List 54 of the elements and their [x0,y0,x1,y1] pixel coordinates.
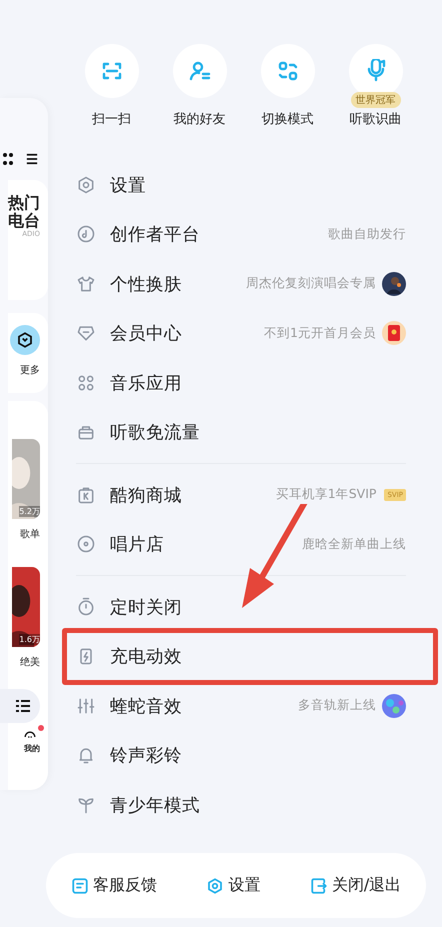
menu-item[interactable]: 会员中心 不到1元开首月会员 [68,308,406,358]
settings-icon [76,174,96,195]
play-count: 1.6万 [19,634,40,645]
menu-icon[interactable] [26,152,38,166]
playlist-title: 歌单 [20,528,40,541]
picture[interactable]: 5.2万 [12,439,40,519]
quick-action[interactable]: 切换模式 [243,44,332,128]
envelope-icon [382,321,406,346]
playlist-title: 绝美 [20,656,40,669]
quick-action[interactable]: 扫一扫 [67,44,156,128]
menu-item[interactable]: 设置 [68,160,406,210]
apps-icon [76,372,96,393]
menu-item[interactable]: 唱片店 鹿晗全新单曲上线 [68,520,406,569]
bag-icon [76,484,96,505]
more-icon[interactable] [10,325,40,355]
play-count: 5.2万 [19,506,40,517]
more-label: 更多 [20,364,40,377]
menu-item[interactable]: 听歌免流量 [68,408,406,457]
menu-item[interactable]: 音乐应用 [68,358,406,408]
bar-button[interactable]: 关闭/退出 [310,875,402,896]
quick-action[interactable]: 我的好友 [155,44,244,128]
avatar-icon [382,272,406,296]
radio-title: 热门 [8,194,40,212]
exit-icon [310,876,328,894]
menu-item[interactable]: 充电动效 [62,628,438,685]
equalizer-icon [76,696,96,716]
orb-icon [382,694,406,718]
menu-item[interactable]: 青少年模式 [68,780,406,830]
bar-button[interactable]: 客服反馈 [70,875,157,896]
menu-hint: 周杰伦复刻演唱会专属 [246,275,376,292]
tab-label[interactable]: 我的 [24,743,40,754]
list-icon [16,700,30,712]
menu-hint: 不到1元开首月会员 [264,324,376,342]
friends-icon [188,59,212,83]
menu-hint: 鹿晗全新单曲上线 [302,536,406,553]
radio-title: 电台 [8,212,40,230]
shirt-icon [76,274,96,294]
settings-icon [206,876,224,894]
list-button[interactable] [0,689,40,723]
menu-hint: 歌曲自助发行 [328,226,406,243]
dots-icon [2,152,14,166]
disc-icon [76,224,96,244]
feedback-icon [70,876,89,894]
picture[interactable]: 1.6万 [12,567,40,647]
record-icon [76,534,96,554]
menu-item[interactable]: 个性换肤 周杰伦复刻演唱会专属 [68,259,406,308]
quick-action[interactable]: 世界冠军 听歌识曲 [331,44,420,128]
bar-button[interactable]: 设置 [206,875,260,896]
menu-item[interactable]: 铃声彩铃 [68,730,406,780]
timer-icon [76,596,96,617]
badge: 世界冠军 [350,92,400,108]
menu-item[interactable]: 创作者平台 歌曲自助发行 [68,210,406,259]
menu-hint: 买耳机享1年SVIP [276,486,376,504]
menu-hint: 多音轨新上线 [298,697,376,714]
